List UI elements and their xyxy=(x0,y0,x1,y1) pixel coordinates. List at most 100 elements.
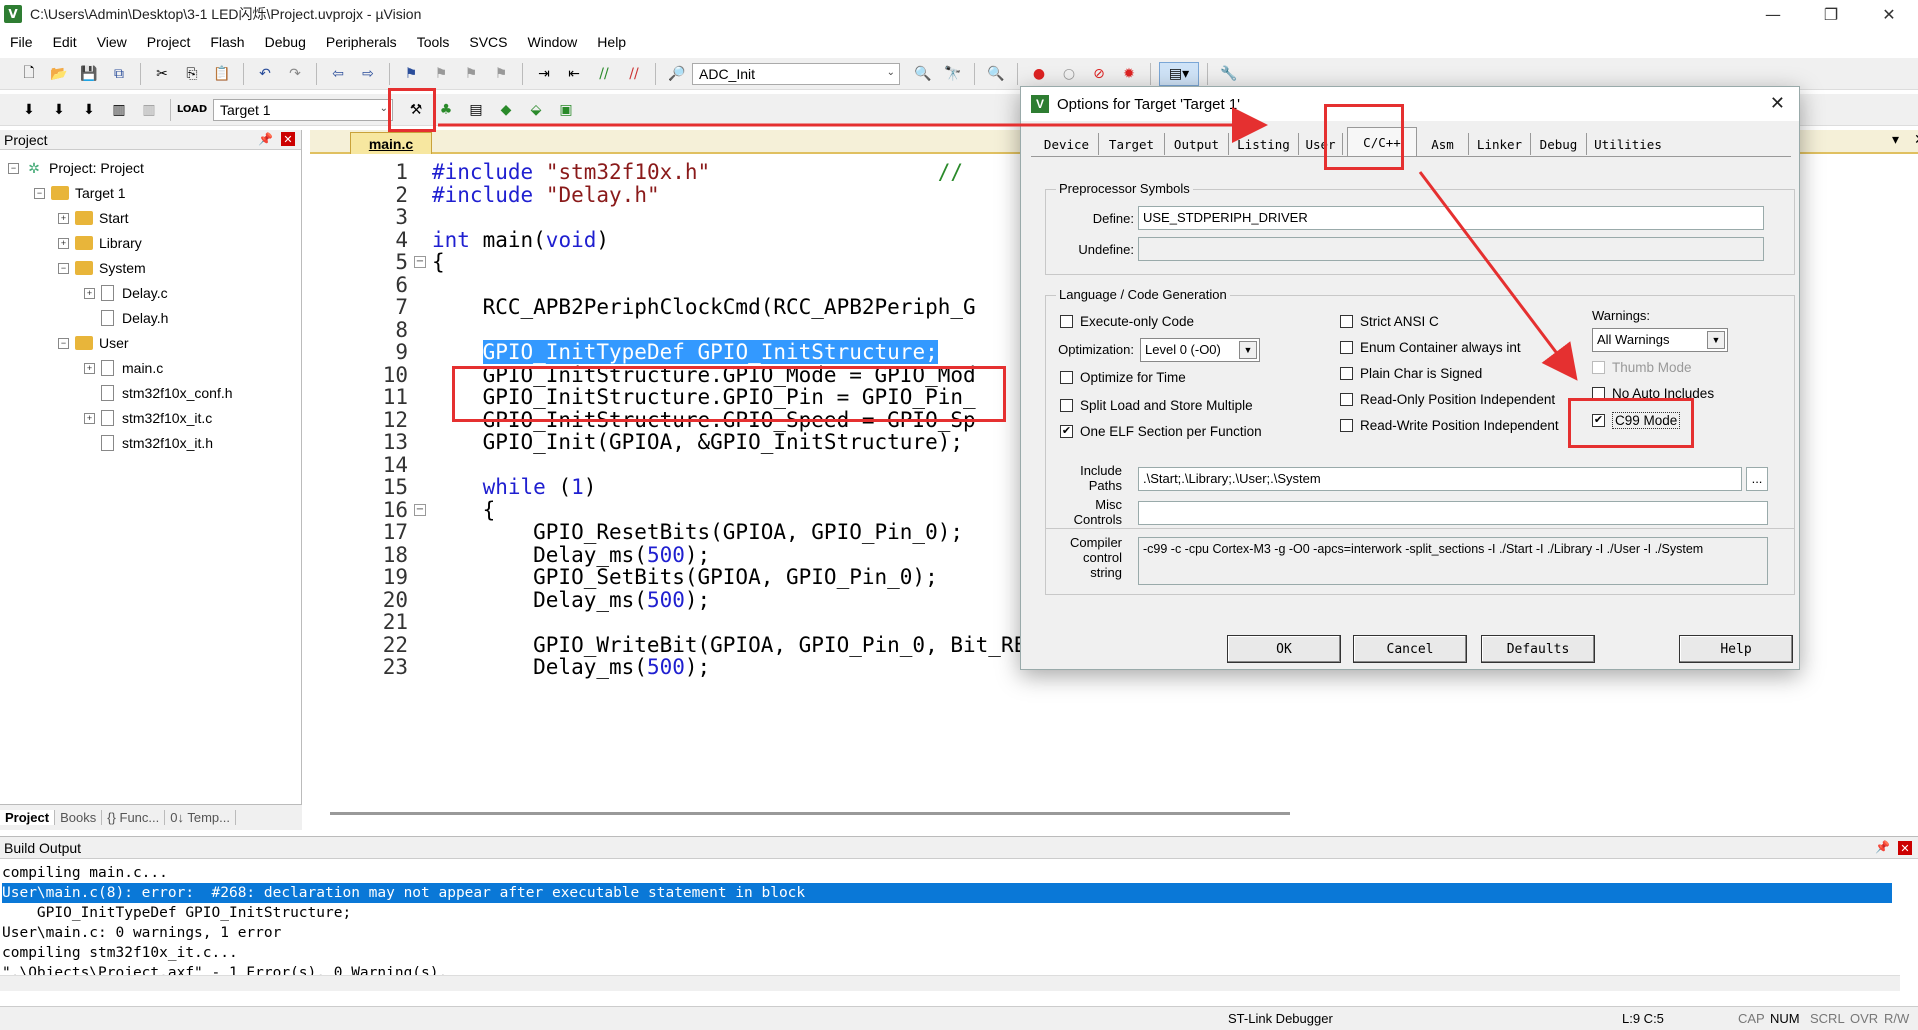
tree-item[interactable]: − ✲ Project: Project xyxy=(8,156,144,180)
code-line[interactable]: #include "stm32f10x.h" // xyxy=(432,160,963,184)
build-output-line[interactable]: User\main.c(8): error: #268: declaration… xyxy=(2,883,1892,903)
bookmark-icon[interactable]: ⚑ xyxy=(398,62,424,86)
ok-button[interactable]: OK xyxy=(1227,635,1341,663)
download-icon[interactable]: LOAD xyxy=(177,98,207,122)
help-button[interactable]: Help xyxy=(1679,635,1793,663)
include-paths-input[interactable]: .\Start;.\Library;.\User;.\System xyxy=(1138,467,1742,491)
tab-project[interactable]: Project xyxy=(0,810,56,825)
menu-help[interactable]: Help xyxy=(587,34,636,50)
code-line[interactable]: Delay_ms(500); xyxy=(432,588,710,612)
minimize-button[interactable]: — xyxy=(1744,0,1802,28)
tree-item[interactable]: + stm32f10x_it.c xyxy=(84,406,212,430)
tab-debug[interactable]: Debug xyxy=(1531,133,1587,155)
build-output-line[interactable]: compiling stm32f10x_it.c... xyxy=(2,943,238,963)
tab-templates[interactable]: 0↓ Temp... xyxy=(165,810,236,825)
expand-icon[interactable]: + xyxy=(58,237,69,249)
debug-session-icon[interactable]: 🔍 xyxy=(983,62,1009,86)
open-file-icon[interactable]: 📂 xyxy=(46,62,72,86)
menu-tools[interactable]: Tools xyxy=(407,34,460,50)
find-icon[interactable]: 🔭 xyxy=(940,62,966,86)
next-bookmark-icon[interactable]: ⚑ xyxy=(458,62,484,86)
collapse-icon[interactable]: − xyxy=(8,162,19,174)
read-only-pi-checkbox[interactable]: Read-Only Position Independent xyxy=(1340,392,1555,407)
comment-icon[interactable]: // xyxy=(591,62,617,86)
code-line[interactable]: while (1) xyxy=(432,475,597,499)
code-line[interactable]: int main(void) xyxy=(432,228,609,252)
tab-output[interactable]: Output xyxy=(1165,133,1229,155)
rebuild-icon[interactable]: ⬇ xyxy=(76,98,102,122)
menu-window[interactable]: Window xyxy=(518,34,588,50)
code-line[interactable]: Delay_ms(500); xyxy=(432,543,710,567)
tree-item[interactable]: Delay.h xyxy=(84,306,168,330)
expand-icon[interactable]: + xyxy=(84,287,95,299)
tab-listing[interactable]: Listing xyxy=(1229,133,1299,155)
warnings-select[interactable]: All Warnings ▼ xyxy=(1592,328,1728,352)
window-layout-icon[interactable]: ▤▾ xyxy=(1159,61,1199,86)
copy-icon[interactable]: ⎘ xyxy=(179,62,205,86)
build-output-scrollbar[interactable] xyxy=(0,975,1900,991)
close-tab-icon[interactable]: ✕ xyxy=(1914,132,1918,148)
manage-project-items-icon[interactable]: ♣ xyxy=(433,98,459,122)
build-output-line[interactable]: compiling main.c... xyxy=(2,863,168,883)
code-line[interactable]: GPIO_ResetBits(GPIOA, GPIO_Pin_0); xyxy=(432,520,963,544)
manage-components-icon[interactable]: ▣ xyxy=(553,98,579,122)
navigate-forward-icon[interactable]: ⇨ xyxy=(355,62,381,86)
code-line[interactable]: GPIO_InitTypeDef GPIO_InitStructure; xyxy=(432,340,938,364)
paste-icon[interactable]: 📋 xyxy=(209,62,235,86)
tab-list-icon[interactable]: ▾ xyxy=(1892,132,1899,148)
define-input[interactable]: USE_STDPERIPH_DRIVER xyxy=(1138,206,1764,230)
code-line[interactable]: GPIO_SetBits(GPIOA, GPIO_Pin_0); xyxy=(432,565,938,589)
close-icon[interactable]: ✕ xyxy=(1770,93,1785,114)
function-combo[interactable]: ADC_Init ⌄ xyxy=(692,62,900,85)
tab-utilities[interactable]: Utilities xyxy=(1587,133,1669,155)
kill-breakpoints-icon[interactable]: ✹ xyxy=(1116,62,1142,86)
batch-build-icon[interactable]: ▥ xyxy=(106,98,132,122)
collapse-icon[interactable]: − xyxy=(58,262,69,274)
plain-char-signed-checkbox[interactable]: Plain Char is Signed xyxy=(1340,366,1482,381)
cut-icon[interactable]: ✂ xyxy=(149,62,175,86)
tab-device[interactable]: Device xyxy=(1035,133,1099,155)
tab-target[interactable]: Target xyxy=(1099,133,1165,155)
menu-svcs[interactable]: SVCS xyxy=(459,34,517,50)
close-icon[interactable]: ✕ xyxy=(281,132,295,146)
tree-item[interactable]: stm32f10x_conf.h xyxy=(84,381,233,405)
editor-horizontal-scrollbar[interactable] xyxy=(330,812,1290,815)
expand-icon[interactable]: + xyxy=(58,212,69,224)
tab-linker[interactable]: Linker xyxy=(1469,133,1531,155)
stop-build-icon[interactable]: ▥ xyxy=(136,98,162,122)
pack-installer-icon[interactable]: ⬙ xyxy=(523,98,549,122)
redo-icon[interactable]: ↷ xyxy=(282,62,308,86)
menu-peripherals[interactable]: Peripherals xyxy=(316,34,407,50)
code-line[interactable]: #include "Delay.h" xyxy=(432,183,660,207)
build-output-line[interactable]: ".\Objects\Project.axf" - 1 Error(s), 0 … xyxy=(2,963,447,975)
select-packs-icon[interactable]: ▤ xyxy=(463,98,489,122)
build-output-line[interactable]: GPIO_InitTypeDef GPIO_InitStructure; xyxy=(2,903,351,923)
undefine-input[interactable] xyxy=(1138,237,1764,261)
save-all-icon[interactable]: ⧉ xyxy=(106,62,132,86)
browse-include-paths-button[interactable]: ... xyxy=(1746,467,1768,491)
build-icon[interactable]: ⬇ xyxy=(46,98,72,122)
tab-books[interactable]: Books xyxy=(55,810,103,825)
tree-item[interactable]: + Delay.c xyxy=(84,281,168,305)
expand-icon[interactable]: + xyxy=(84,362,95,374)
optimize-for-time-checkbox[interactable]: Optimize for Time xyxy=(1060,370,1186,385)
navigate-back-icon[interactable]: ⇦ xyxy=(325,62,351,86)
menu-edit[interactable]: Edit xyxy=(43,34,87,50)
code-line[interactable]: { xyxy=(432,498,496,522)
configure-icon[interactable]: 🔧 xyxy=(1216,62,1242,86)
defaults-button[interactable]: Defaults xyxy=(1481,635,1595,663)
menu-project[interactable]: Project xyxy=(137,34,201,50)
strict-ansi-c-checkbox[interactable]: Strict ANSI C xyxy=(1340,314,1439,329)
maximize-button[interactable]: ❐ xyxy=(1802,0,1860,28)
collapse-icon[interactable]: − xyxy=(34,187,45,199)
collapse-icon[interactable]: − xyxy=(58,337,69,349)
indent-icon[interactable]: ⇥ xyxy=(531,62,557,86)
pin-icon[interactable]: 📌 xyxy=(258,132,273,146)
translate-icon[interactable]: ⬇ xyxy=(16,98,42,122)
fold-toggle-icon[interactable]: − xyxy=(414,503,426,516)
save-icon[interactable]: 💾 xyxy=(76,62,102,86)
execute-only-checkbox[interactable]: Execute-only Code xyxy=(1060,314,1194,329)
new-file-icon[interactable]: 🗋 xyxy=(16,62,42,86)
insert-breakpoint-icon[interactable]: ● xyxy=(1026,62,1052,86)
tab-asm[interactable]: Asm xyxy=(1417,133,1469,155)
